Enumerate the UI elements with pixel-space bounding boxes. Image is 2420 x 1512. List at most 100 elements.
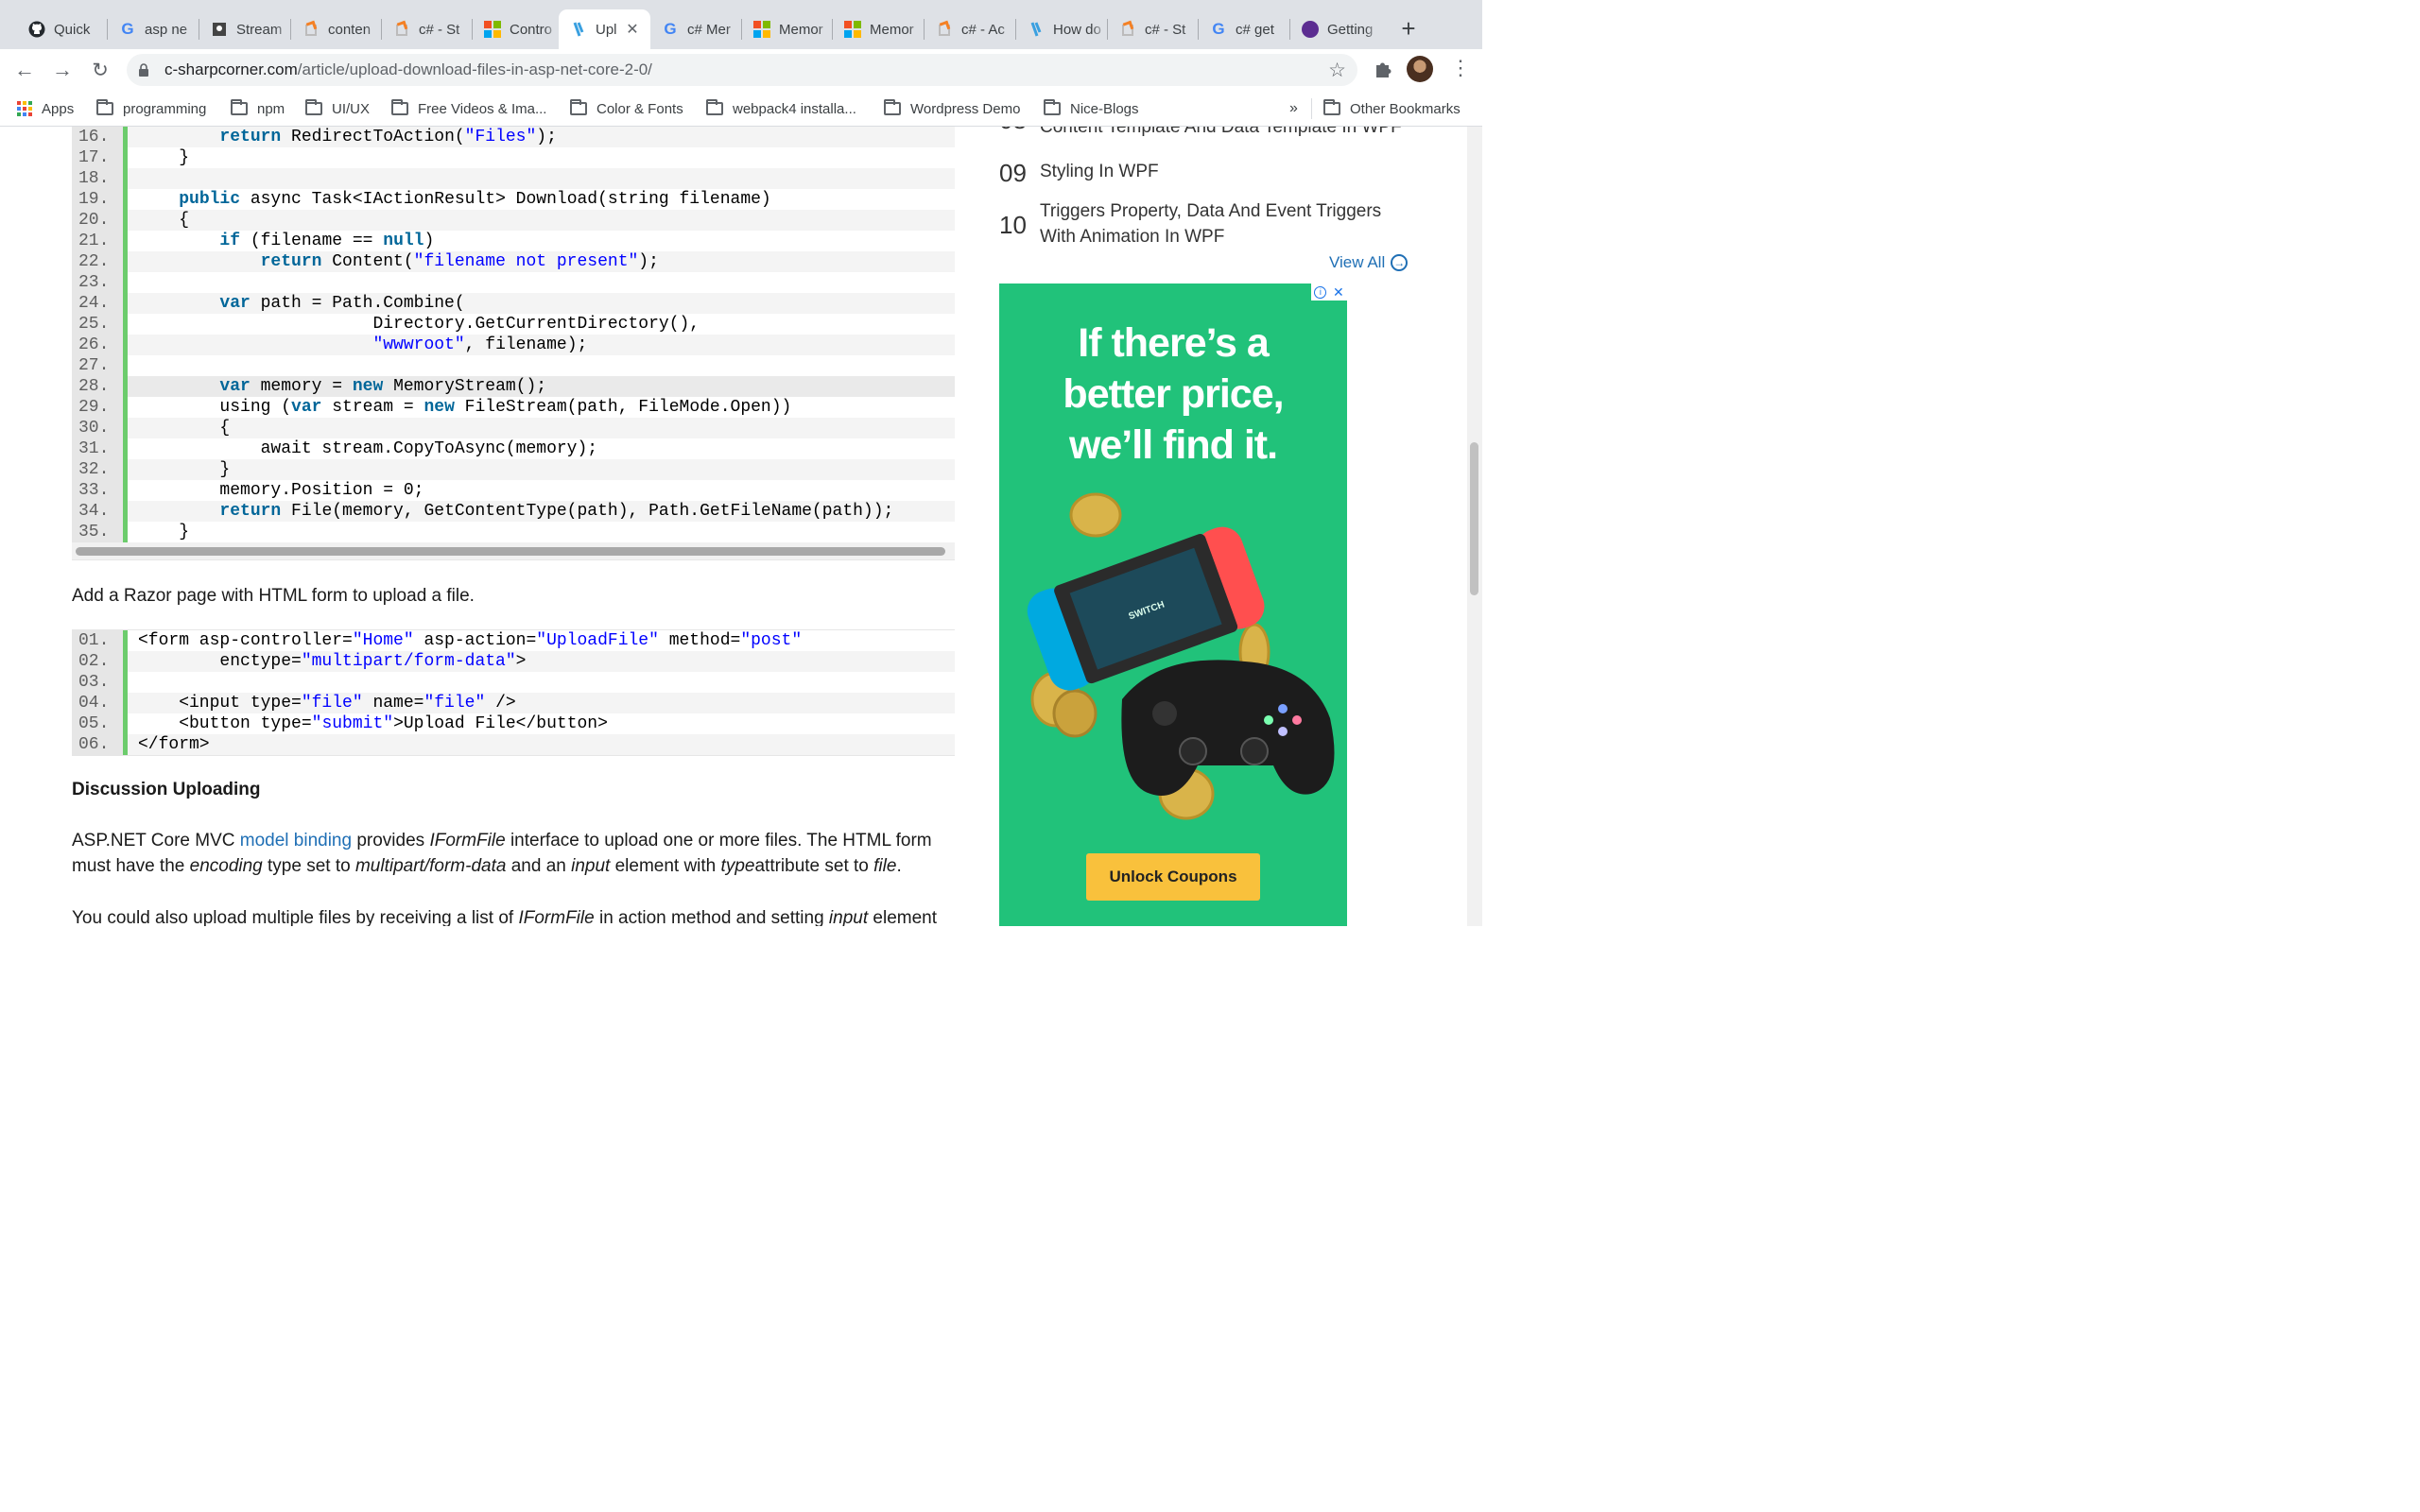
line-number: 05. <box>72 713 123 734</box>
tab-4[interactable]: conten <box>291 9 382 49</box>
extensions-puzzle-icon[interactable] <box>1373 59 1393 79</box>
google-icon: G <box>1212 20 1225 38</box>
code-line: 24. var path = Path.Combine( <box>72 293 955 314</box>
discussion-heading: Discussion Uploading <box>72 780 261 799</box>
sidebar-item-number: 09 <box>999 159 1027 187</box>
sidebar-item-number: 10 <box>999 211 1027 239</box>
bookmark-item[interactable]: Free Videos & Ima... <box>391 99 546 118</box>
bookmark-apps[interactable]: Apps <box>17 99 74 118</box>
tab-8[interactable]: Gc# Mer <box>650 9 742 49</box>
bookmark-other-bookmarks[interactable]: Other Bookmarks <box>1323 99 1461 118</box>
ad-close-icon[interactable]: ✕ <box>1333 284 1344 301</box>
tab-5[interactable]: c# - St <box>382 9 473 49</box>
coin-icon <box>1052 689 1098 738</box>
line-number: 29. <box>72 397 123 418</box>
line-number: 04. <box>72 693 123 713</box>
folder-icon <box>305 99 322 115</box>
bookmark-label: Wordpress Demo <box>910 100 1021 117</box>
page-vertical-scrollbar[interactable] <box>1467 127 1482 926</box>
code-line: 25. Directory.GetCurrentDirectory(), <box>72 314 955 335</box>
folder-icon <box>1044 99 1061 115</box>
code-text: public async Task<IActionResult> Downloa… <box>179 190 771 209</box>
line-number: 01. <box>72 630 123 651</box>
folder-icon <box>706 99 723 115</box>
tab-title: c# Mer <box>687 21 731 38</box>
tab-strip: Quick Gasp ne Stream conten c# - St Contro Upl… <box>0 0 1482 49</box>
tab-14[interactable]: Gc# get <box>1199 9 1290 49</box>
bookmark-item[interactable]: Wordpress Demo <box>884 99 1020 118</box>
bookmark-item[interactable]: npm <box>231 99 285 118</box>
code-line: 19. public async Task<IActionResult> Dow… <box>72 189 955 210</box>
tab-13[interactable]: c# - St <box>1108 9 1199 49</box>
tab-7[interactable]: Upl ✕ <box>559 9 650 49</box>
csharpcorner-icon <box>570 21 587 38</box>
sidebar-item-number: 08 <box>999 127 1027 135</box>
line-number: 33. <box>72 480 123 501</box>
advertisement[interactable]: i ✕ If there’s a better price, we’ll fin… <box>999 284 1347 926</box>
code-line: 23. <box>72 272 955 293</box>
code-text: </form> <box>128 734 955 755</box>
code-line: 29. using (var stream = new FileStream(p… <box>72 397 955 418</box>
scrollbar-thumb[interactable] <box>76 547 945 556</box>
bookmark-item[interactable]: UI/UX <box>305 99 370 118</box>
tab-3[interactable]: Stream <box>199 9 291 49</box>
back-arrow-icon[interactable]: ← <box>13 58 36 81</box>
ad-info-icon[interactable]: i <box>1314 285 1327 299</box>
bookmark-item[interactable]: Nice-Blogs <box>1044 99 1139 118</box>
code-line: 33. memory.Position = 0; <box>72 480 955 501</box>
tab-12[interactable]: How do <box>1016 9 1108 49</box>
tab-1[interactable]: Quick <box>17 9 108 49</box>
tab-title: Memor <box>870 21 914 38</box>
sidebar-item-styling-wpf[interactable]: Styling In WPF <box>1040 159 1159 184</box>
sidebar-item-triggers-wpf[interactable]: Triggers Property, Data And Event Trigge… <box>1040 198 1418 249</box>
code-text: return RedirectToAction("Files"); <box>128 127 955 147</box>
code-horizontal-scrollbar[interactable] <box>72 542 955 559</box>
tab-title: Memor <box>779 21 823 38</box>
line-number: 26. <box>72 335 123 355</box>
tab-10[interactable]: Memor <box>833 9 925 49</box>
tab-6[interactable]: Contro <box>473 9 559 49</box>
bookmark-item[interactable]: webpack4 installa... <box>706 99 856 118</box>
code-line: 01. <form asp-controller="Home" asp-actio… <box>72 630 955 651</box>
bookmark-star-icon[interactable]: ☆ <box>1328 59 1346 82</box>
line-number: 31. <box>72 438 123 459</box>
game-console-illustration: SWITCH <box>1027 492 1335 820</box>
bookmark-label: npm <box>257 100 285 117</box>
tab-title: Contro <box>510 21 553 38</box>
profile-avatar[interactable] <box>1407 56 1433 82</box>
code-line: 17. } <box>72 147 955 168</box>
reload-icon[interactable]: ↻ <box>89 59 112 81</box>
tab-close-icon[interactable]: ✕ <box>624 21 641 38</box>
code-text: "wwwroot", filename); <box>128 335 955 355</box>
stackoverflow-icon <box>302 21 320 38</box>
bookmark-item[interactable]: Color & Fonts <box>570 99 683 118</box>
view-all-link[interactable]: View All → <box>1329 253 1409 272</box>
tab-2[interactable]: Gasp ne <box>108 9 199 49</box>
ad-headline: If there’s a better price, we’ll find it… <box>1063 320 1284 468</box>
bookmarks-overflow-button[interactable]: » <box>1289 99 1298 118</box>
code-text: } <box>138 523 190 541</box>
address-bar[interactable]: c-sharpcorner.com/article/upload-downloa… <box>127 54 1357 86</box>
stackoverflow-icon <box>936 21 953 38</box>
bookmark-item[interactable]: programming <box>96 99 206 118</box>
forward-arrow-icon[interactable]: → <box>51 58 74 81</box>
unlock-coupons-button[interactable]: Unlock Coupons <box>1086 853 1260 901</box>
tab-11[interactable]: c# - Ac <box>925 9 1016 49</box>
csharpcorner-icon <box>1028 21 1045 38</box>
bookmark-label: programming <box>123 100 207 117</box>
new-tab-button[interactable]: + <box>1393 13 1424 43</box>
model-binding-link[interactable]: model binding <box>240 831 352 850</box>
code-block-upload-form: 01. <form asp-controller="Home" asp-actio… <box>72 629 955 756</box>
browser-toolbar: ← → ↻ c-sharpcorner.com/article/upload-d… <box>0 49 1482 91</box>
scrollbar-thumb[interactable] <box>1470 442 1478 595</box>
tab-title: conten <box>328 21 372 38</box>
tab-15[interactable]: Getting <box>1290 9 1381 49</box>
tab-9[interactable]: Memor <box>742 9 833 49</box>
browser-menu-icon[interactable]: ⋮ <box>1450 57 1471 79</box>
code-line: 20. { <box>72 210 955 231</box>
code-text: if (filename == null) <box>219 232 435 250</box>
sidebar-item-title[interactable]: Content Template And Data Template In WP… <box>1040 127 1402 140</box>
line-number: 06. <box>72 734 123 755</box>
ad-choices[interactable]: i ✕ <box>1311 284 1347 301</box>
